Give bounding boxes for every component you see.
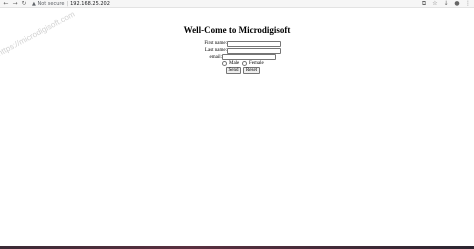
profile-icon[interactable]: ● [453, 0, 461, 8]
bookmark-icon[interactable]: ☆ [431, 0, 439, 8]
first-name-input[interactable] [227, 41, 281, 47]
download-icon[interactable]: ↓ [442, 0, 450, 8]
email-input[interactable] [222, 54, 276, 60]
forward-icon[interactable]: → [11, 0, 19, 8]
female-radio[interactable] [242, 61, 247, 66]
send-button[interactable]: Send [226, 67, 241, 74]
email-row: email: [160, 54, 223, 61]
first-name-row: First name: [160, 40, 227, 47]
address-bar[interactable]: ▲ Not secure | 192.168.25.202 [32, 0, 412, 8]
first-name-label: First name: [204, 41, 227, 46]
reset-button[interactable]: Reset [243, 67, 260, 74]
male-radio[interactable] [222, 61, 227, 66]
security-label[interactable]: Not secure [37, 1, 64, 7]
email-label: email: [209, 55, 223, 60]
menu-icon[interactable]: ⋮ [464, 0, 472, 8]
last-name-row: Last name: [160, 47, 227, 54]
back-icon[interactable]: ← [2, 0, 10, 8]
reload-icon[interactable]: ↻ [20, 0, 28, 8]
url-text[interactable]: 192.168.25.202 [70, 1, 110, 7]
browser-toolbar: ← → ↻ ▲ Not secure | 192.168.25.202 ⧉ ☆ ↓ … [0, 0, 474, 8]
page-heading: Well-Come to Microdigisoft [183, 25, 291, 35]
last-name-label: Last name: [204, 48, 227, 53]
extension-icon[interactable]: ⧉ [420, 0, 428, 8]
separator: | [66, 1, 69, 7]
warning-icon[interactable]: ▲ [32, 1, 36, 7]
